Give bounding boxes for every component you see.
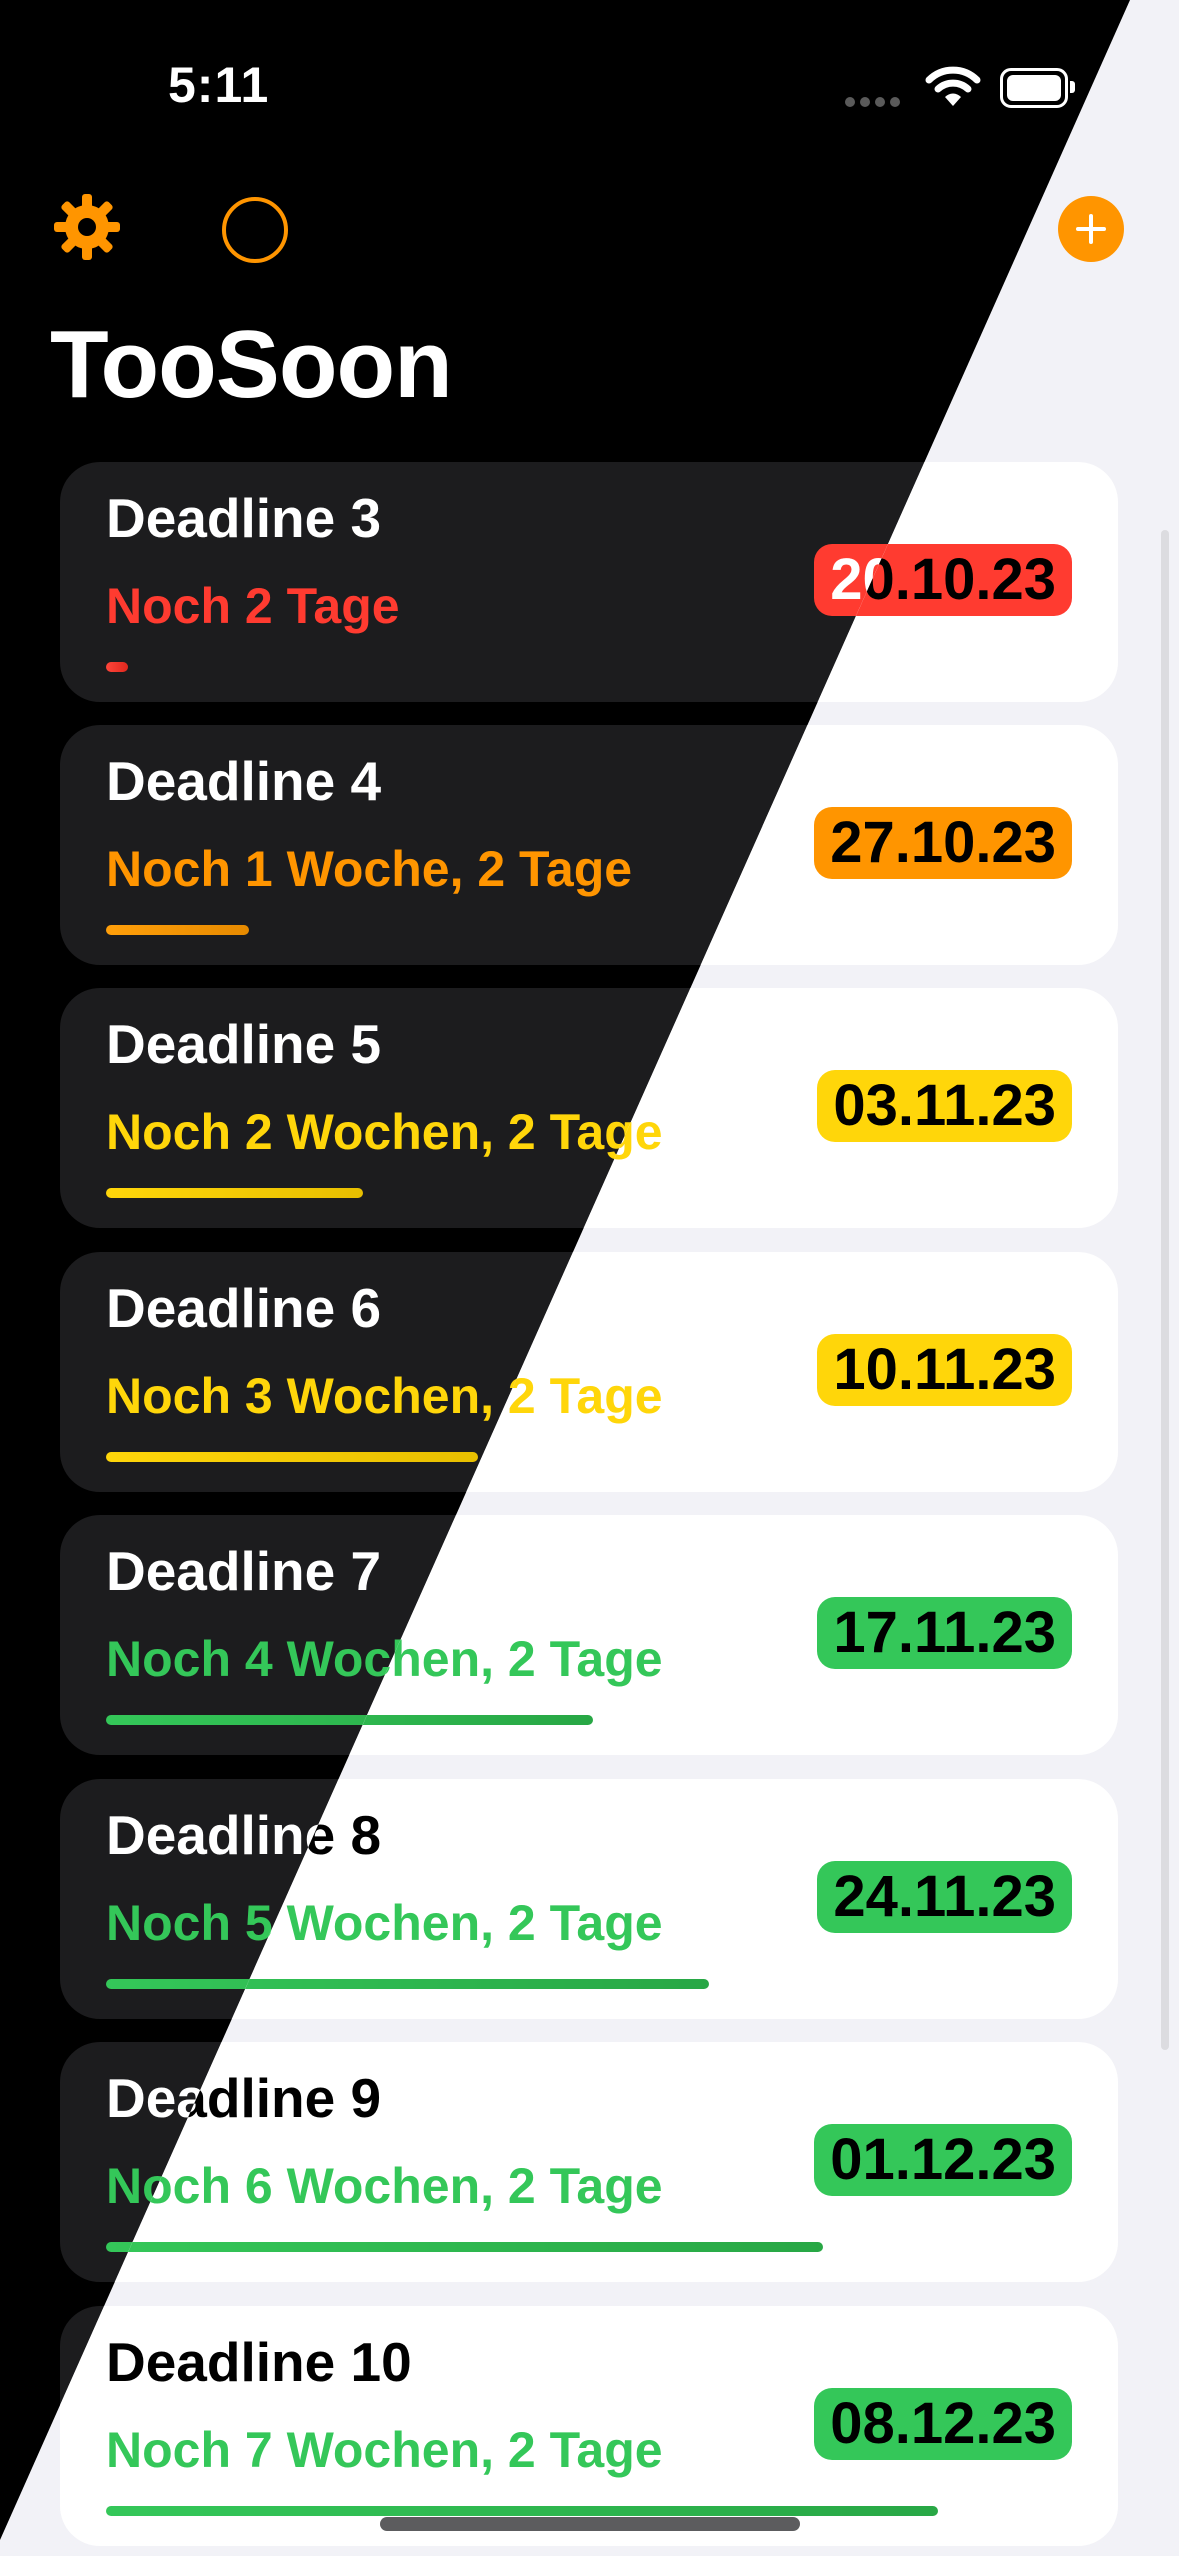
deadline-card[interactable]: Deadline 10 Noch 7 Wochen, 2 Tage 08.12.23 [60, 2306, 1118, 2546]
deadline-remaining: Noch 2 Tage [106, 578, 400, 634]
deadline-progress-bar [106, 2506, 938, 2516]
deadline-progress-bar [106, 925, 249, 935]
deadline-title: Deadline 4 [106, 750, 382, 812]
deadline-progress-bar [106, 662, 128, 672]
deadline-date-badge: 24.11.23 [817, 1861, 1072, 1933]
deadline-progress-bar [106, 2242, 823, 2252]
battery-icon [1000, 68, 1075, 108]
wifi-icon [925, 66, 981, 113]
home-indicator[interactable] [380, 2517, 800, 2531]
deadline-card[interactable]: Deadline 9Noch 6 Wochen, 2 Tage01.12.23 [60, 2042, 1118, 2282]
deadline-date-badge: 01.12.23 [814, 2124, 1072, 2196]
deadline-date-badge: 17.11.23 [817, 1597, 1072, 1669]
deadline-remaining: Noch 2 Wochen, 2 Tage [106, 1104, 663, 1160]
gear-icon[interactable] [52, 192, 122, 262]
add-deadline-button[interactable] [1058, 196, 1124, 262]
cellular-signal-icon [845, 94, 905, 107]
circle-icon[interactable] [222, 197, 288, 263]
deadline-date-badge: 10.11.23 [817, 1334, 1072, 1406]
deadline-progress-bar [106, 1188, 363, 1198]
app-screen: 5:11TooSoonDeadline 3Noch 2 Tage20.10.23… [0, 0, 1179, 2556]
deadline-title: Deadline 3 [106, 487, 382, 549]
status-time: 5:11 [168, 57, 270, 113]
deadline-remaining: Noch 7 Wochen, 2 Tage [106, 2422, 663, 2478]
deadline-title: Deadline 6 [106, 1277, 382, 1339]
deadline-date-badge: 03.11.23 [817, 1070, 1072, 1142]
deadline-date-badge: 27.10.23 [814, 807, 1072, 879]
page-title: TooSoon [50, 311, 453, 418]
deadline-title: Deadline 7 [106, 1540, 382, 1602]
deadline-remaining: Noch 1 Woche, 2 Tage [106, 841, 633, 897]
deadline-progress-bar [106, 1452, 478, 1462]
deadline-date-badge: 08.12.23 [814, 2388, 1072, 2460]
deadline-title: Deadline 10 [106, 2331, 412, 2393]
scroll-indicator[interactable] [1161, 530, 1169, 2050]
deadline-remaining: Noch 6 Wochen, 2 Tage [106, 2158, 663, 2214]
deadline-title: Deadline 5 [106, 1013, 382, 1075]
